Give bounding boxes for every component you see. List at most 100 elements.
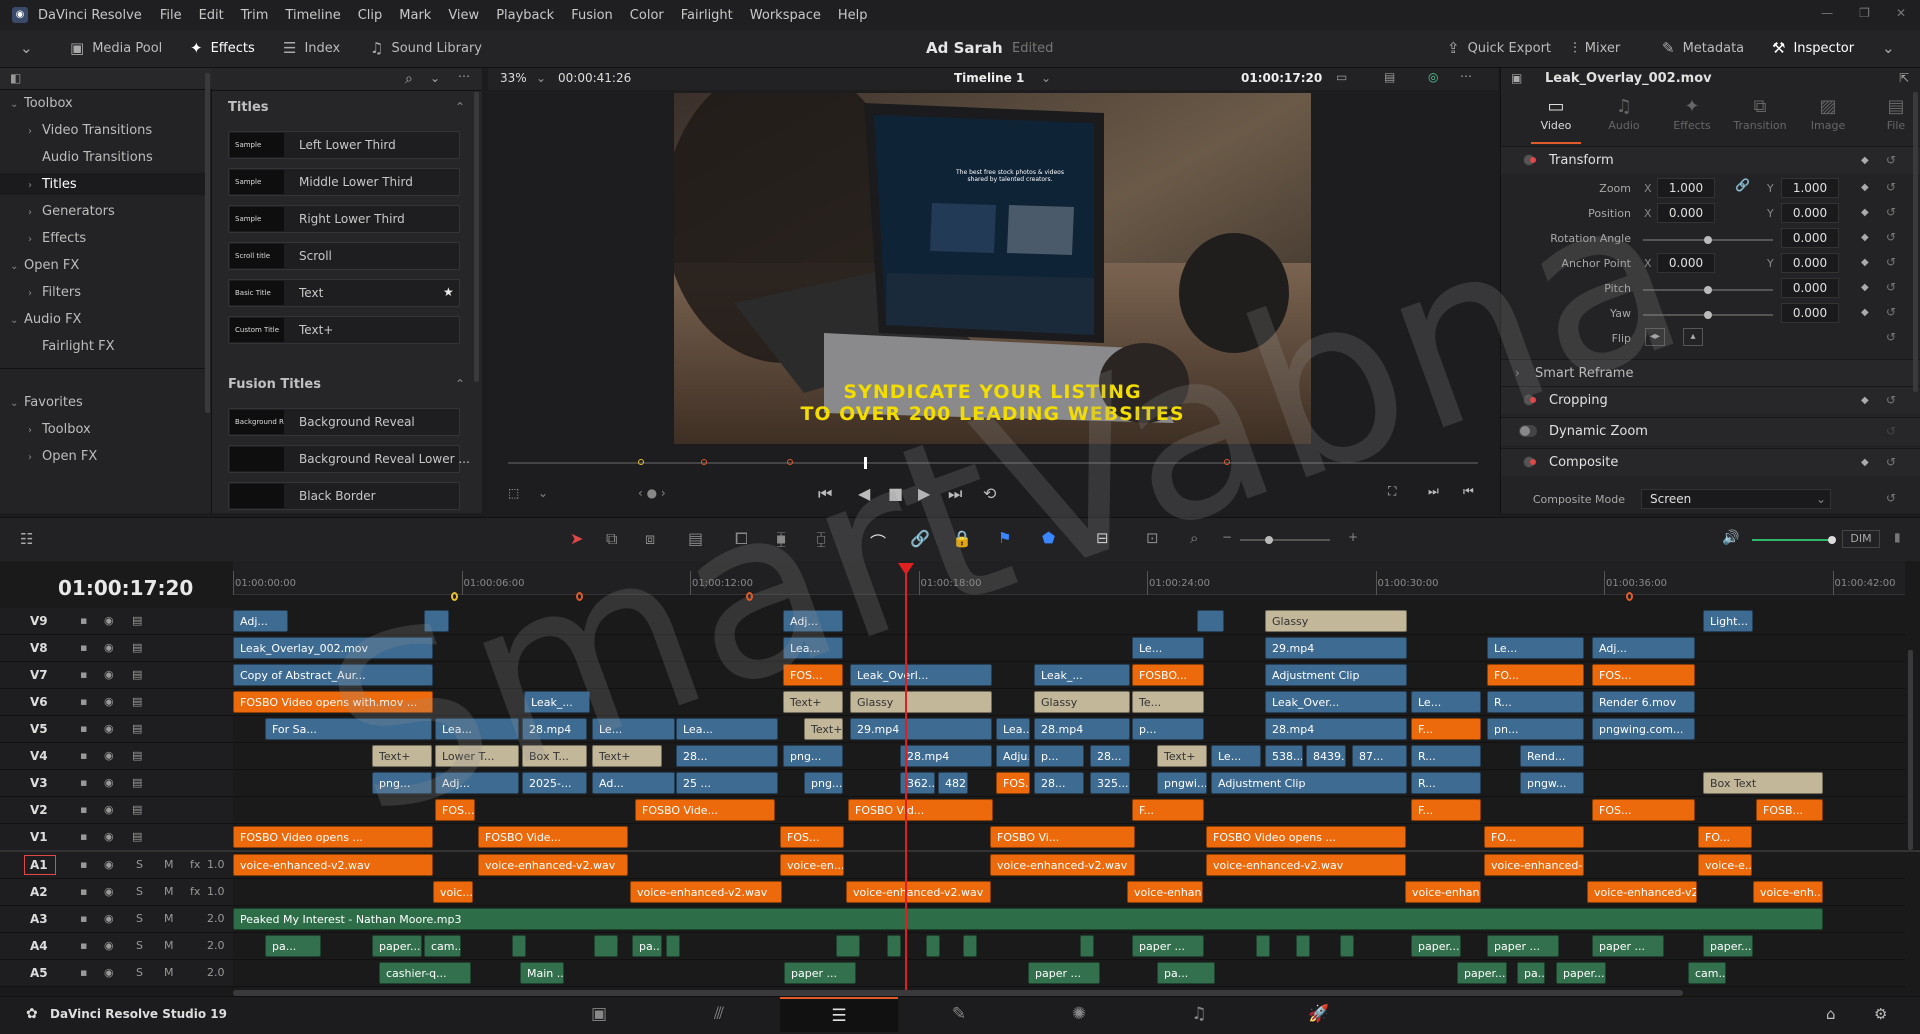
clip[interactable]: FOS... — [996, 772, 1030, 794]
clip[interactable]: Peaked My Interest - Nathan Moore.mp3 — [233, 908, 1823, 930]
lock-icon[interactable]: ▪ — [80, 614, 87, 627]
last-frame-icon[interactable]: ⏮ — [1463, 484, 1474, 499]
trim-tool-icon[interactable]: ⧉ — [606, 529, 617, 549]
keyframe-icon[interactable]: ◆ — [1861, 182, 1869, 193]
clip[interactable]: Le... — [1487, 637, 1584, 659]
effect-item[interactable]: Basic Title Text ★ — [228, 279, 460, 307]
gear-icon[interactable]: ⚙ — [1874, 1005, 1887, 1023]
sidebar-toggle-icon[interactable]: ◧ — [10, 71, 21, 85]
clip[interactable]: 28.mp4 — [900, 745, 992, 767]
anchor-y-field[interactable]: 0.000 — [1781, 253, 1839, 273]
clip[interactable]: pn... — [1487, 718, 1584, 740]
clip[interactable]: F... — [1411, 799, 1481, 821]
enable-video-icon[interactable]: ▤ — [132, 695, 142, 708]
flip-horizontal-icon[interactable]: ◂▸ — [1645, 328, 1665, 346]
tab-audio[interactable]: ♫ Audio — [1594, 96, 1654, 132]
menu-view[interactable]: View — [448, 8, 479, 23]
clip[interactable]: Glassy — [850, 691, 992, 713]
menu-mark[interactable]: Mark — [399, 8, 431, 23]
maximize-icon[interactable]: ❐ — [1859, 6, 1870, 20]
clip[interactable]: Copy of Abstract_Aur... — [233, 664, 433, 686]
clip[interactable]: Light... — [1703, 610, 1753, 632]
reset-icon[interactable]: ↺ — [1886, 330, 1896, 344]
sound-library-button[interactable]: ♫ Sound Library — [370, 39, 482, 57]
clip[interactable]: FOSBO Vide... — [635, 799, 775, 821]
tab-video[interactable]: ▭ Video — [1526, 96, 1586, 132]
effect-item[interactable]: Scroll title Scroll — [228, 242, 460, 270]
chevron-down-icon[interactable]: ⌄ — [538, 486, 548, 500]
clip[interactable]: 28.mp4 — [1265, 718, 1407, 740]
zoom-custom-icon[interactable]: ⌕ — [1190, 529, 1198, 547]
clip[interactable]: 25 ... — [676, 772, 778, 794]
auto-select-icon[interactable]: ◉ — [104, 966, 114, 979]
clip[interactable]: png... — [372, 772, 432, 794]
reset-icon[interactable]: ↺ — [1886, 305, 1896, 319]
menu-fairlight[interactable]: Fairlight — [681, 8, 733, 23]
clip[interactable]: pa... — [1157, 962, 1215, 984]
slider-knob[interactable] — [1265, 536, 1273, 544]
home-icon[interactable]: ⌂ — [1826, 1005, 1836, 1023]
clip[interactable]: FO... — [1484, 826, 1584, 848]
clip[interactable]: R... — [1487, 691, 1584, 713]
auto-select-icon[interactable]: ◉ — [104, 695, 114, 708]
clip[interactable]: paper ... — [784, 962, 856, 984]
effects-button[interactable]: ✦ Effects — [190, 39, 255, 57]
clip[interactable]: cam... — [1688, 962, 1726, 984]
clip[interactable]: FOSBO Video opens ... — [233, 826, 433, 848]
clip[interactable]: paper ... — [1028, 962, 1100, 984]
clip[interactable]: pa... — [632, 935, 662, 957]
favorites-item-open-fx[interactable]: › Open FX — [28, 445, 97, 464]
clip[interactable]: Box T... — [522, 745, 587, 767]
clip[interactable]: 28... — [676, 745, 778, 767]
clip[interactable]: Leak_Over... — [1265, 691, 1407, 713]
viewer-mode-icon[interactable]: ▭ — [1336, 70, 1347, 84]
enable-video-icon[interactable]: ▤ — [132, 830, 142, 843]
dim-button[interactable]: DIM — [1842, 530, 1880, 548]
keyframe-icon[interactable]: ◆ — [1861, 207, 1869, 218]
snapping-icon[interactable]: ⌒ — [870, 529, 886, 553]
transform-section-header[interactable]: Transform ◆ ↺ — [1501, 146, 1920, 174]
collapse-icon[interactable]: ⌃ — [455, 377, 465, 391]
color-viewer-icon[interactable]: ◎ — [1428, 70, 1438, 84]
scrollbar[interactable] — [205, 73, 210, 413]
clip[interactable]: FOSBO Vide... — [478, 826, 628, 848]
link-icon[interactable]: 🔗 — [1735, 178, 1750, 192]
timeline-view-options-icon[interactable]: ☷ — [20, 530, 33, 548]
track-header-v3[interactable]: V3 ▪ ◉ ▤ — [0, 770, 233, 797]
enable-video-icon[interactable]: ▤ — [132, 776, 142, 789]
track-header-v8[interactable]: V8 ▪ ◉ ▤ — [0, 635, 233, 662]
clip[interactable]: Lea... — [676, 718, 778, 740]
jog-icon[interactable]: ‹ ● › — [638, 486, 666, 500]
clip[interactable]: voice-en... — [780, 854, 844, 876]
slider-knob[interactable] — [1828, 536, 1836, 544]
clip[interactable]: Lea... — [435, 718, 519, 740]
clip[interactable]: Main ... — [520, 962, 564, 984]
clip[interactable]: FOSBO Video opens ... — [1206, 826, 1406, 848]
clip[interactable]: FOS... — [780, 826, 844, 848]
favorites-item-toolbox[interactable]: › Toolbox — [28, 418, 91, 437]
fx-icon[interactable]: fx — [190, 885, 200, 898]
clip[interactable] — [594, 935, 618, 957]
auto-select-icon[interactable]: ◉ — [104, 614, 114, 627]
play-icon[interactable]: ▶ — [918, 484, 930, 503]
more-options-icon[interactable]: ⋯ — [1460, 69, 1472, 83]
solo-icon[interactable]: S — [136, 966, 143, 979]
flip-vertical-icon[interactable]: ▴ — [1683, 328, 1703, 346]
solo-icon[interactable]: S — [136, 939, 143, 952]
clip[interactable]: 8439... — [1306, 745, 1346, 767]
clip[interactable]: Text+ — [1157, 745, 1207, 767]
clip[interactable]: Lower T... — [435, 745, 519, 767]
clip[interactable]: Leak_... — [524, 691, 590, 713]
clip[interactable] — [1340, 935, 1354, 957]
clip[interactable]: FOSB... — [1756, 799, 1823, 821]
tree-item-open-fx[interactable]: ⌄ Open FX — [10, 254, 79, 276]
clip[interactable]: cam... — [424, 935, 461, 957]
flag-icon[interactable]: ⚑ — [998, 529, 1011, 547]
lock-icon[interactable]: ▪ — [80, 966, 87, 979]
clip[interactable] — [887, 935, 901, 957]
enable-video-icon[interactable]: ▤ — [132, 668, 142, 681]
expand-icon[interactable]: ⇱ — [1899, 71, 1909, 85]
tree-item-filters[interactable]: › Filters — [28, 281, 81, 303]
clip[interactable]: paper ... — [1132, 935, 1204, 957]
clip[interactable]: voice-e... — [1698, 854, 1752, 876]
